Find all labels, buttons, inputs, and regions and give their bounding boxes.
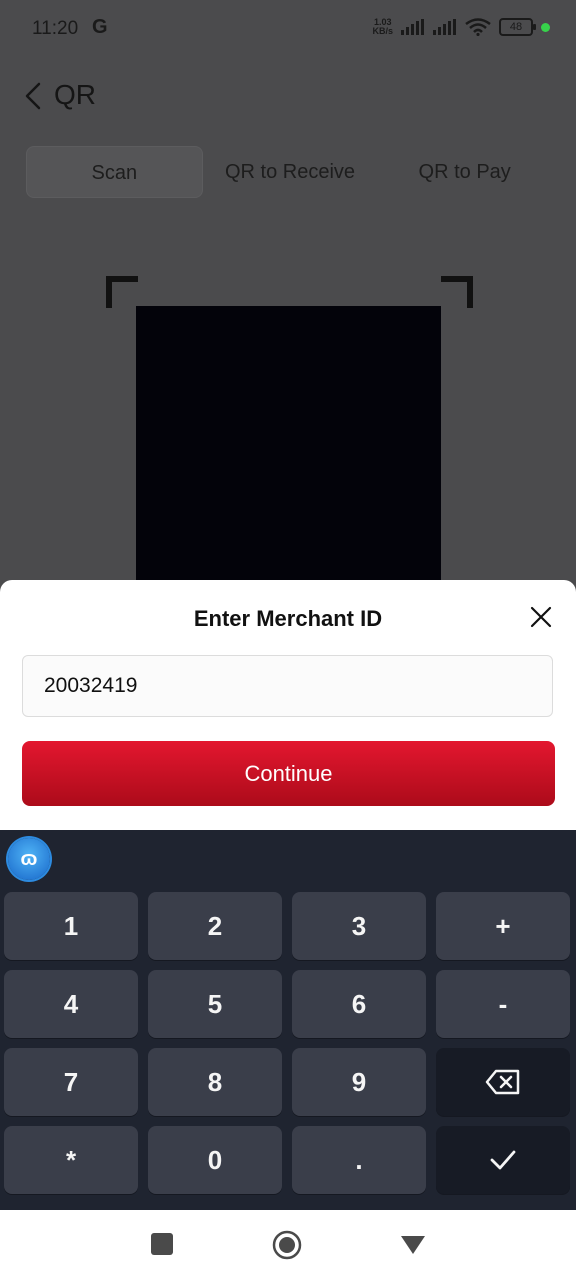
tab-bar: Scan QR to Receive QR to Pay <box>26 146 552 198</box>
page-title: QR <box>54 79 96 110</box>
google-icon: G <box>92 16 108 38</box>
key-asterisk[interactable]: * <box>4 1126 138 1194</box>
key-0[interactable]: 0 <box>148 1126 282 1194</box>
status-time: 11:20 <box>32 18 79 39</box>
scan-frame-corner-top-left <box>106 276 138 308</box>
key-3[interactable]: 3 <box>292 892 426 960</box>
network-speed-unit: KB/s <box>372 26 393 36</box>
status-icons: 1.03 KB/s 48 <box>372 18 550 36</box>
key-minus[interactable]: - <box>436 970 570 1038</box>
keyboard-logo-icon[interactable]: ɷ <box>8 838 50 880</box>
key-7[interactable]: 7 <box>4 1048 138 1116</box>
scan-frame-corner-top-right <box>441 276 473 308</box>
system-nav-bar <box>0 1210 576 1280</box>
tab-qr-to-pay[interactable]: QR to Pay <box>377 146 552 198</box>
close-icon[interactable] <box>530 606 552 628</box>
continue-button[interactable]: Continue <box>22 741 555 806</box>
key-5[interactable]: 5 <box>148 970 282 1038</box>
key-4[interactable]: 4 <box>4 970 138 1038</box>
chevron-left-icon[interactable] <box>22 81 44 111</box>
tab-qr-to-receive[interactable]: QR to Receive <box>203 146 378 198</box>
numeric-keyboard: ɷ 1 2 3 + 4 5 6 - 7 8 9 * 0 . <box>0 830 576 1210</box>
backspace-icon <box>485 1069 520 1095</box>
key-2[interactable]: 2 <box>148 892 282 960</box>
status-bar: 11:20 G 1.03 KB/s 48 <box>0 0 576 58</box>
key-9[interactable]: 9 <box>292 1048 426 1116</box>
wifi-icon <box>465 18 491 36</box>
tab-scan[interactable]: Scan <box>26 146 203 198</box>
keypad: 1 2 3 + 4 5 6 - 7 8 9 * 0 . <box>4 892 572 1194</box>
privacy-dot-icon <box>541 22 550 32</box>
key-1[interactable]: 1 <box>4 892 138 960</box>
checkmark-icon <box>490 1150 516 1170</box>
signal-icon <box>401 19 424 35</box>
key-dot[interactable]: . <box>292 1126 426 1194</box>
battery-icon: 48 <box>499 18 536 36</box>
network-speed: 1.03 KB/s <box>372 18 393 36</box>
key-8[interactable]: 8 <box>148 1048 282 1116</box>
scan-area <box>0 200 576 596</box>
square-icon[interactable] <box>150 1232 174 1256</box>
circle-icon[interactable] <box>272 1230 302 1260</box>
merchant-id-input[interactable] <box>22 655 553 717</box>
key-6[interactable]: 6 <box>292 970 426 1038</box>
triangle-down-icon[interactable] <box>399 1234 427 1256</box>
key-plus[interactable]: + <box>436 892 570 960</box>
merchant-id-dialog: Enter Merchant ID Continue <box>0 580 576 830</box>
done-key[interactable] <box>436 1126 570 1194</box>
dialog-title: Enter Merchant ID <box>193 606 383 631</box>
camera-preview <box>136 306 441 596</box>
backspace-key[interactable] <box>436 1048 570 1116</box>
signal-icon-2 <box>433 19 456 35</box>
header: QR <box>0 70 576 122</box>
